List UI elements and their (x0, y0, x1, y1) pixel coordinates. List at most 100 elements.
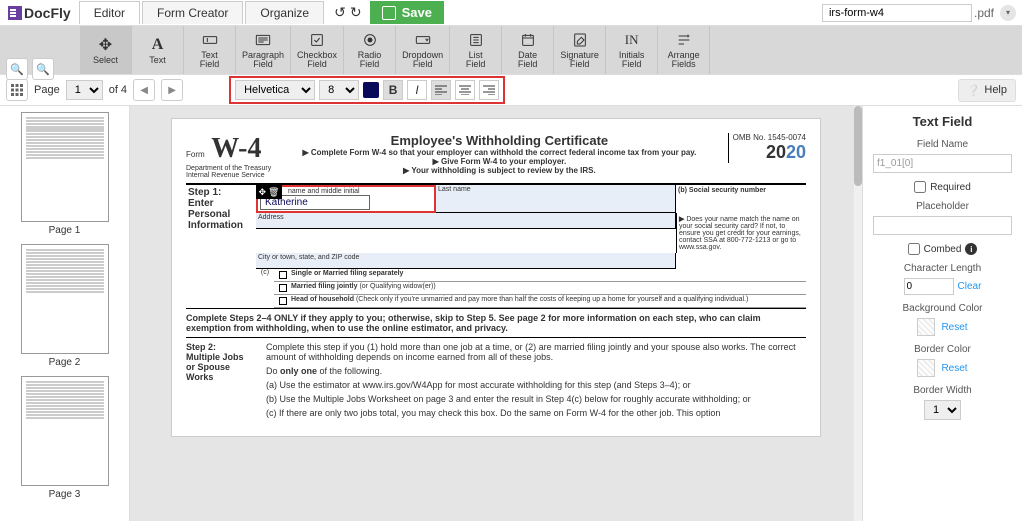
charlen-input[interactable] (904, 278, 954, 295)
tab-editor[interactable]: Editor (79, 1, 140, 24)
file-ext: .pdf (974, 6, 994, 20)
help-button[interactable]: ❔Help (958, 79, 1016, 102)
placeholder-label: Placeholder (873, 201, 1012, 212)
filing-single[interactable]: Single or Married filing separately (274, 269, 806, 282)
last-name-field[interactable]: Last name (436, 185, 676, 213)
tool-text[interactable]: AText (132, 26, 184, 74)
ssn-field[interactable]: (b) Social security number (676, 185, 806, 213)
scrollbar[interactable] (854, 106, 862, 521)
dropdown-icon (415, 31, 431, 49)
trash-icon: 🗑 (268, 187, 279, 198)
tool-select[interactable]: ✥Select (80, 26, 132, 74)
save-icon (382, 6, 396, 20)
document-viewport[interactable]: Form W-4 Department of the Treasury Inte… (130, 106, 862, 521)
next-page-icon[interactable]: ▶ (161, 79, 183, 101)
zoom-out-icon[interactable]: 🔍 (6, 58, 28, 80)
app-logo: DocFly (0, 5, 79, 21)
ext-dropdown-icon[interactable]: ▾ (1000, 5, 1016, 21)
city-field[interactable]: City or town, state, and ZIP code (256, 253, 676, 269)
first-name-field[interactable]: ✥🗑 name and middle initial Katherine (256, 185, 436, 213)
tool-list-field[interactable]: ListField (450, 26, 502, 74)
combed-checkbox[interactable] (908, 243, 920, 255)
main-toolbar: ✥Select AText TextField ParagraphField C… (0, 26, 1022, 74)
date-icon (520, 31, 536, 49)
document-page: Form W-4 Department of the Treasury Inte… (171, 118, 821, 437)
panel-title: Text Field (873, 114, 1012, 129)
page-select[interactable]: 1 (66, 80, 103, 100)
font-controls: Helvetica 8 B I (229, 76, 505, 104)
properties-panel: Text Field Field Name Required Placehold… (862, 106, 1022, 521)
logo-text: DocFly (24, 5, 71, 21)
arrange-icon (676, 31, 692, 49)
omb-number: OMB No. 1545-0074 (733, 133, 806, 142)
list-icon (468, 31, 484, 49)
borderwidth-label: Border Width (873, 385, 1012, 396)
align-center-icon[interactable] (455, 80, 475, 100)
doc-title: Employee's Withholding Certificate (271, 133, 727, 148)
instructions-text: Complete Steps 2–4 ONLY if they apply to… (186, 309, 806, 337)
required-checkbox[interactable] (914, 181, 926, 193)
field-name-input[interactable] (873, 154, 1012, 173)
borderwidth-select[interactable]: 1 (924, 400, 961, 420)
form-number: W-4 (211, 133, 261, 164)
dept-text: Department of the Treasury Internal Reve… (186, 165, 271, 179)
clear-link[interactable]: Clear (958, 281, 982, 292)
zoom-in-icon[interactable]: 🔍 (32, 58, 54, 80)
text-field-icon (202, 31, 218, 49)
tool-checkbox-field[interactable]: CheckboxField (291, 26, 344, 74)
thumbnail[interactable]: Page 2 (6, 244, 123, 368)
page-label: Page (34, 84, 60, 96)
ssn-note: ▶ Does your name match the name on your … (676, 213, 806, 253)
undo-icon[interactable]: ↺ (334, 4, 346, 21)
border-swatch[interactable] (917, 359, 935, 377)
tab-organize[interactable]: Organize (245, 1, 324, 24)
tab-form-creator[interactable]: Form Creator (142, 1, 243, 24)
address-field[interactable]: Address (256, 213, 676, 229)
grid-view-icon[interactable] (6, 79, 28, 101)
move-icon: ✥ (259, 187, 267, 198)
thumbnail[interactable]: Page 3 (6, 376, 123, 500)
tool-text-field[interactable]: TextField (184, 26, 236, 74)
tool-date-field[interactable]: DateField (502, 26, 554, 74)
field-drag-handle[interactable]: ✥🗑 (256, 185, 282, 199)
tool-paragraph-field[interactable]: ParagraphField (236, 26, 291, 74)
help-icon: ❔ (967, 84, 981, 97)
tool-arrange-fields[interactable]: ArrangeFields (658, 26, 710, 74)
save-button[interactable]: Save (370, 1, 444, 24)
bg-reset[interactable]: Reset (941, 322, 967, 333)
tool-dropdown-field[interactable]: DropdownField (396, 26, 450, 74)
filename-input[interactable] (822, 4, 972, 22)
charlen-label: Character Length (873, 263, 1012, 274)
prev-page-icon[interactable]: ◀ (133, 79, 155, 101)
italic-button[interactable]: I (407, 80, 427, 100)
font-color-swatch[interactable] (363, 82, 379, 98)
signature-icon (572, 31, 588, 49)
font-size-select[interactable]: 8 (319, 80, 359, 100)
move-icon: ✥ (99, 36, 112, 54)
bold-button[interactable]: B (383, 80, 403, 100)
tool-radio-field[interactable]: RadioField (344, 26, 396, 74)
logo-icon (8, 6, 22, 20)
bordercolor-label: Border Color (873, 344, 1012, 355)
page-total: of 4 (109, 84, 127, 96)
align-right-icon[interactable] (479, 80, 499, 100)
tool-initials-field[interactable]: INInitialsField (606, 26, 658, 74)
initials-icon: IN (625, 31, 639, 49)
field-name-label: Field Name (873, 139, 1012, 150)
form-word: Form (186, 150, 205, 159)
bg-swatch[interactable] (917, 318, 935, 336)
text-icon: A (152, 36, 164, 54)
checkbox-icon (309, 31, 325, 49)
filing-hoh[interactable]: Head of household (Check only if you're … (274, 295, 806, 308)
align-left-icon[interactable] (431, 80, 451, 100)
font-name-select[interactable]: Helvetica (235, 80, 315, 100)
placeholder-input[interactable] (873, 216, 1012, 235)
info-icon[interactable]: i (965, 243, 977, 255)
radio-icon (362, 31, 378, 49)
redo-icon[interactable]: ↻ (350, 4, 362, 21)
bgcolor-label: Background Color (873, 303, 1012, 314)
tool-signature-field[interactable]: SignatureField (554, 26, 606, 74)
thumbnail[interactable]: Page 1 (6, 112, 123, 236)
border-reset[interactable]: Reset (941, 363, 967, 374)
filing-married[interactable]: Married filing jointly (or Qualifying wi… (274, 282, 806, 295)
